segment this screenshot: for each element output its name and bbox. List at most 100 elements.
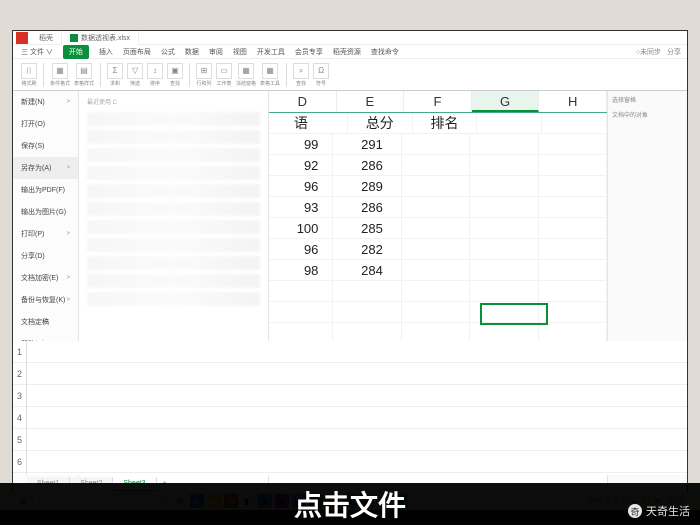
cell[interactable] [402,134,470,155]
row-num[interactable]: 3 [13,385,26,407]
cell[interactable] [539,134,607,155]
tool-table-tools[interactable]: ▦表格工具 [260,63,280,87]
cell[interactable] [539,302,607,323]
cell[interactable] [402,302,470,323]
recent-item[interactable] [87,292,260,306]
ribbon-tab-view[interactable]: 视图 [233,47,247,57]
cell[interactable] [477,113,542,134]
ribbon-tab-member[interactable]: 会员专享 [295,47,323,57]
col-header-F[interactable]: F [404,91,472,112]
cell[interactable] [333,302,401,323]
recent-item[interactable] [87,166,260,180]
tab-doc[interactable]: 数据透视表.xlsx [62,31,139,45]
file-menu-item-6[interactable]: 打印(P)> [13,223,78,245]
cell[interactable] [402,239,470,260]
ribbon-tab-formula[interactable]: 公式 [161,47,175,57]
ribbon-tab-layout[interactable]: 页面布局 [123,47,151,57]
tool-symbol[interactable]: Ω符号 [313,63,329,87]
ribbon-tab-resources[interactable]: 稻壳资源 [333,47,361,57]
cell[interactable] [470,197,538,218]
cell[interactable] [539,176,607,197]
lower-grid[interactable] [27,341,687,475]
recent-item[interactable] [87,238,260,252]
cell[interactable]: 282 [333,239,401,260]
cell[interactable] [542,113,607,134]
app-icon[interactable] [16,32,28,44]
file-menu-item-4[interactable]: 输出为PDF(F) [13,179,78,201]
ribbon-tab-data[interactable]: 数据 [185,47,199,57]
col-header-G[interactable]: G [472,91,540,112]
tool-freeze[interactable]: ▦冻结窗格 [236,63,256,87]
tool-format-painter[interactable]: ⌷格式刷 [21,63,37,87]
cell[interactable] [402,260,470,281]
recent-item[interactable] [87,202,260,216]
recent-item[interactable] [87,184,260,198]
cell[interactable] [402,218,470,239]
cell[interactable] [333,281,401,302]
cell[interactable]: 98 [269,260,333,281]
ribbon-search[interactable]: 查找命令 [371,47,399,57]
cell[interactable] [539,197,607,218]
tab-home[interactable]: 稻壳 [31,31,62,45]
tool-sum[interactable]: Σ求和 [107,63,123,87]
cell[interactable] [402,281,470,302]
cell[interactable] [470,260,538,281]
recent-item[interactable] [87,112,260,126]
ribbon-tab-insert[interactable]: 插入 [99,47,113,57]
recent-item[interactable] [87,256,260,270]
cell[interactable]: 289 [333,176,401,197]
cell[interactable]: 286 [333,155,401,176]
cell[interactable]: 285 [333,218,401,239]
cell[interactable]: 96 [269,176,333,197]
cell[interactable]: 286 [333,197,401,218]
row-num[interactable]: 1 [13,341,26,363]
recent-item[interactable] [87,274,260,288]
col-header-E[interactable]: E [337,91,405,112]
ribbon-tab-review[interactable]: 审阅 [209,47,223,57]
cell[interactable] [470,218,538,239]
cell[interactable] [539,155,607,176]
cell[interactable]: 284 [333,260,401,281]
tool-sort[interactable]: ↕排序 [147,63,163,87]
cell[interactable] [470,239,538,260]
recent-item[interactable] [87,148,260,162]
file-menu-item-9[interactable]: 备份与恢复(K)> [13,289,78,311]
cell[interactable] [402,155,470,176]
file-menu-item-3[interactable]: 另存为(A)> [13,157,78,179]
sync-status[interactable]: ○未同步 [636,47,661,57]
cell[interactable]: 93 [269,197,333,218]
cell[interactable] [470,302,538,323]
tool-fill[interactable]: ▣查找 [167,63,183,87]
cell[interactable]: 排名 [413,113,478,134]
file-menu-item-8[interactable]: 文档加密(E)> [13,267,78,289]
cell[interactable]: 100 [269,218,333,239]
cell[interactable] [539,218,607,239]
file-menu-item-10[interactable]: 文档定稿 [13,311,78,333]
row-num[interactable]: 5 [13,429,26,451]
cell[interactable]: 99 [269,134,333,155]
recent-item[interactable] [87,130,260,144]
tool-worksheet[interactable]: ▭工作表 [216,63,232,87]
cell[interactable]: 92 [269,155,333,176]
tool-cond-format[interactable]: ▦条件格式 [50,63,70,87]
cell[interactable] [402,176,470,197]
file-menu-item-2[interactable]: 保存(S) [13,135,78,157]
tool-filter[interactable]: ▽筛选 [127,63,143,87]
file-menu-item-0[interactable]: 新建(N)> [13,91,78,113]
recent-item[interactable] [87,220,260,234]
cell[interactable] [539,260,607,281]
row-num[interactable]: 4 [13,407,26,429]
cell[interactable] [539,239,607,260]
cell[interactable]: 语 [269,113,348,134]
col-header-D[interactable]: D [269,91,337,112]
cell[interactable] [470,281,538,302]
file-dropdown[interactable]: 三 文件 ∨ [21,47,53,57]
file-menu-item-1[interactable]: 打开(O) [13,113,78,135]
tool-rowcol[interactable]: ⊞行和列 [196,63,212,87]
cell[interactable] [269,302,333,323]
cell[interactable] [269,281,333,302]
row-num[interactable]: 6 [13,451,26,473]
ribbon-tab-start[interactable]: 开始 [63,45,89,59]
cell[interactable] [470,176,538,197]
file-menu-item-5[interactable]: 输出为图片(G) [13,201,78,223]
